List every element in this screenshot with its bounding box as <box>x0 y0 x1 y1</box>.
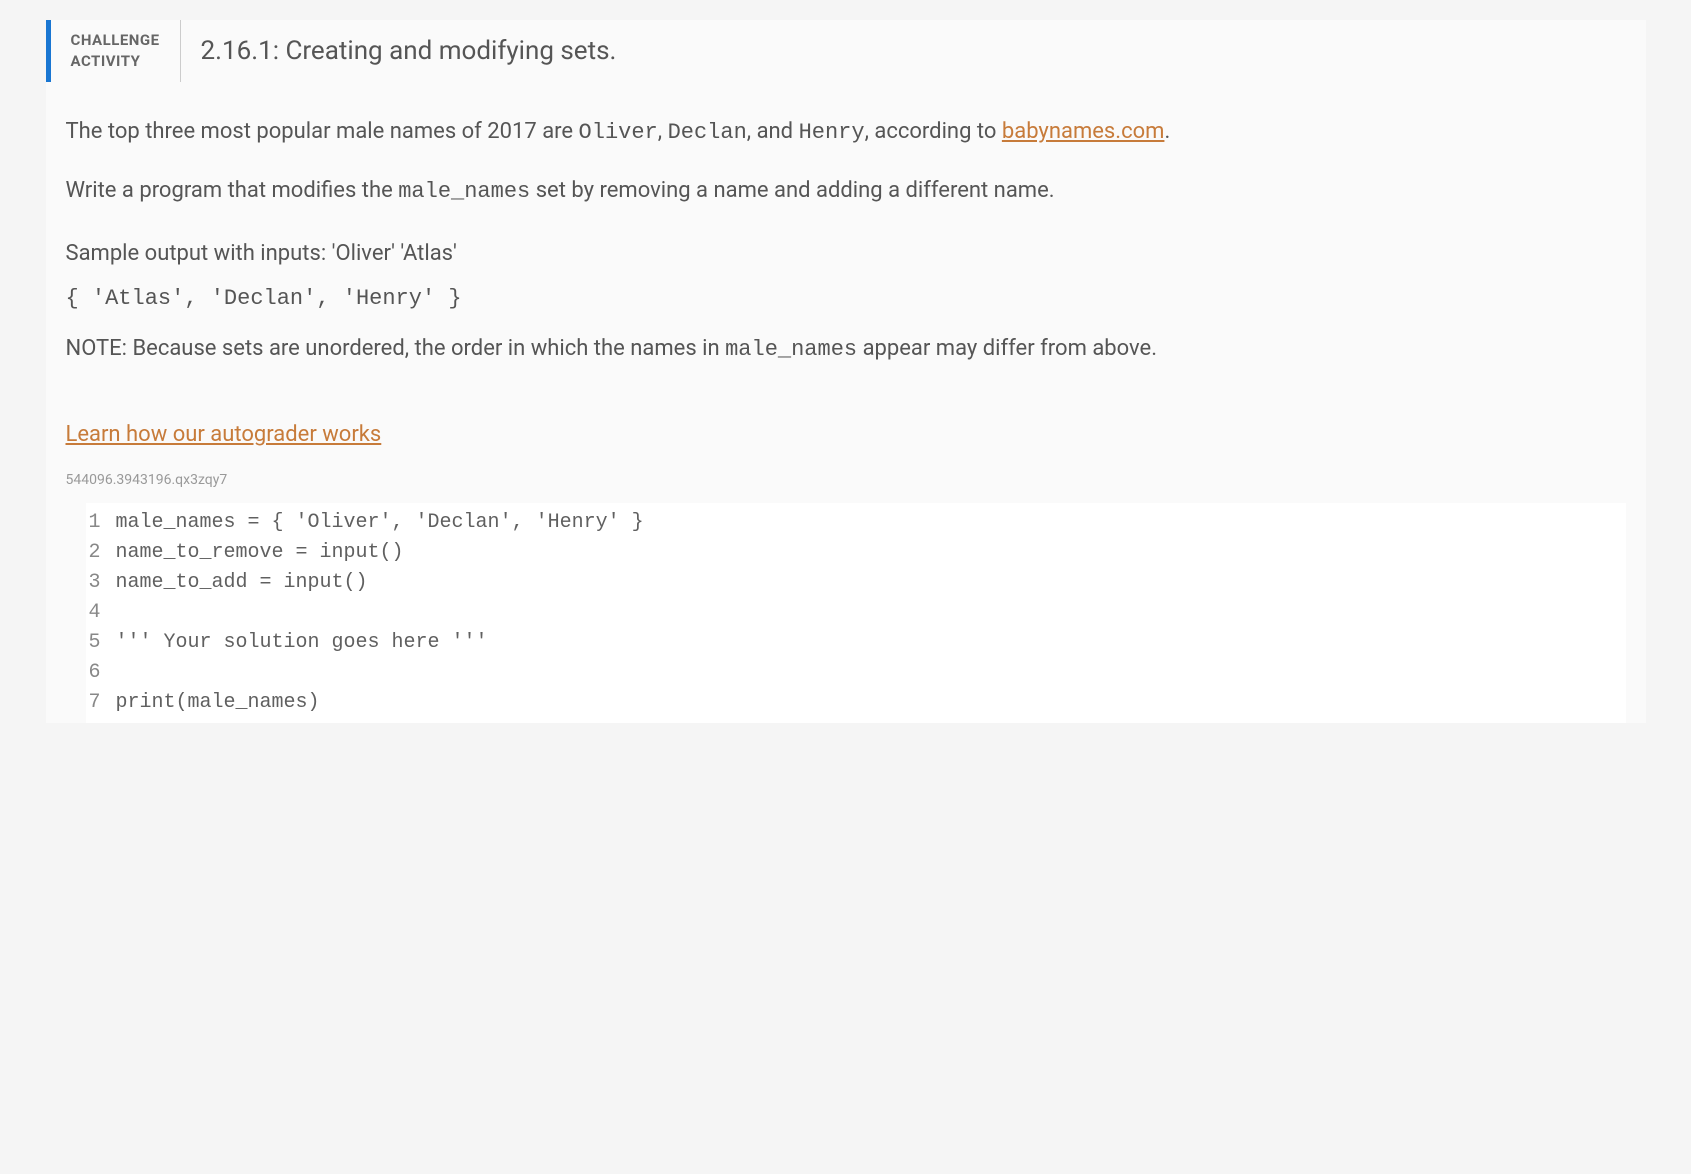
code-line: 5 ''' Your solution goes here ''' <box>86 628 1626 658</box>
line-number: 4 <box>86 598 116 628</box>
text: appear may differ from above. <box>857 336 1157 361</box>
note-text: NOTE: Because sets are unordered, the or… <box>66 336 1626 362</box>
code-varname: male_names <box>398 179 530 204</box>
description-para-2: Write a program that modifies the male_n… <box>66 171 1626 212</box>
text: NOTE: Because sets are unordered, the or… <box>66 336 726 361</box>
badge-line-1: CHALLENGE <box>71 30 160 51</box>
text: , according to <box>865 119 1002 144</box>
line-number: 5 <box>86 628 116 658</box>
code-name-2: Declan <box>668 120 747 145</box>
line-content[interactable]: print(male_names) <box>116 688 320 718</box>
line-number: 3 <box>86 568 116 598</box>
challenge-badge: CHALLENGE ACTIVITY <box>51 20 181 82</box>
line-content[interactable]: male_names = { 'Oliver', 'Declan', 'Henr… <box>116 508 644 538</box>
badge-line-2: ACTIVITY <box>71 51 160 72</box>
sample-output-label: Sample output with inputs: 'Oliver' 'Atl… <box>66 241 1626 266</box>
code-line: 2 name_to_remove = input() <box>86 538 1626 568</box>
activity-title: 2.16.1: Creating and modifying sets. <box>181 20 637 82</box>
line-content[interactable]: name_to_remove = input() <box>116 538 404 568</box>
text: . <box>1164 119 1170 144</box>
activity-container: CHALLENGE ACTIVITY 2.16.1: Creating and … <box>46 20 1646 723</box>
line-number: 2 <box>86 538 116 568</box>
file-id: 544096.3943196.qx3zqy7 <box>66 472 1626 488</box>
line-number: 7 <box>86 688 116 718</box>
sample-output-text: { 'Atlas', 'Declan', 'Henry' } <box>66 286 1626 311</box>
code-line: 1 male_names = { 'Oliver', 'Declan', 'He… <box>86 508 1626 538</box>
text: Write a program that modifies the <box>66 178 399 203</box>
text: , and <box>747 119 799 144</box>
activity-content: The top three most popular male names of… <box>46 112 1646 723</box>
line-number: 6 <box>86 658 116 688</box>
code-line: 7 print(male_names) <box>86 688 1626 718</box>
line-number: 1 <box>86 508 116 538</box>
code-editor[interactable]: 1 male_names = { 'Oliver', 'Declan', 'He… <box>86 503 1626 723</box>
autograder-link[interactable]: Learn how our autograder works <box>66 422 382 447</box>
activity-header: CHALLENGE ACTIVITY 2.16.1: Creating and … <box>46 20 1646 82</box>
code-varname-note: male_names <box>725 337 857 362</box>
line-content[interactable]: ''' Your solution goes here ''' <box>116 628 488 658</box>
text: The top three most popular male names of… <box>66 119 579 144</box>
code-name-3: Henry <box>799 120 865 145</box>
babynames-link[interactable]: babynames.com <box>1002 119 1165 144</box>
code-line: 4 <box>86 598 1626 628</box>
text: , <box>658 119 668 144</box>
code-line: 3 name_to_add = input() <box>86 568 1626 598</box>
code-line: 6 <box>86 658 1626 688</box>
description-para-1: The top three most popular male names of… <box>66 112 1626 153</box>
text: set by removing a name and adding a diff… <box>530 178 1054 203</box>
code-name-1: Oliver <box>579 120 658 145</box>
line-content[interactable]: name_to_add = input() <box>116 568 368 598</box>
